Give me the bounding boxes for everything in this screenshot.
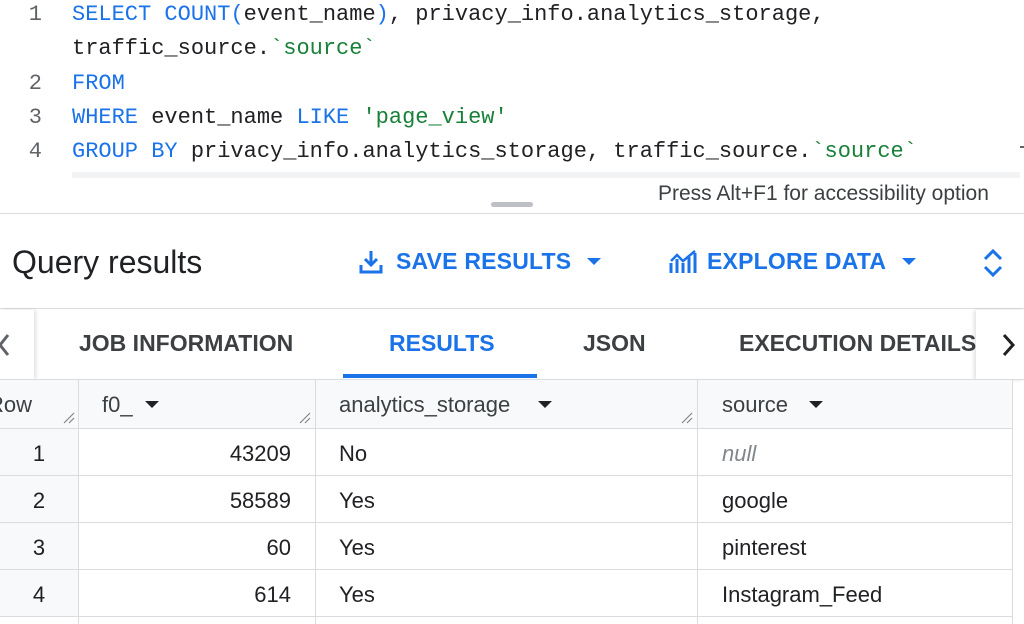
page-title: Query results bbox=[12, 244, 203, 280]
keyword: FROM bbox=[72, 71, 125, 96]
string-literal: `source` bbox=[811, 139, 917, 164]
column-header-label: f0_ bbox=[102, 392, 133, 417]
column-header-source[interactable]: source bbox=[697, 380, 1013, 429]
code-line-1-wrap[interactable]: traffic_source.`source` bbox=[72, 36, 376, 61]
row-number: 1 bbox=[0, 429, 78, 476]
table-cell-source[interactable]: Instagram_Feed bbox=[697, 570, 1013, 617]
keyword: SELECT bbox=[72, 2, 152, 27]
column-header-label: analytics_storage bbox=[339, 392, 511, 417]
chevron-left-icon bbox=[0, 334, 10, 356]
sort-dropdown-icon[interactable] bbox=[538, 401, 552, 408]
resize-drag-handle[interactable] bbox=[491, 202, 533, 207]
identifier: , privacy_info.analytics_storage, bbox=[388, 2, 825, 27]
column-header-f0[interactable]: f0_ bbox=[78, 380, 315, 429]
table-cell-analytics-storage[interactable]: Yes bbox=[315, 570, 697, 617]
row-number: 4 bbox=[0, 570, 78, 617]
identifier: traffic_source. bbox=[72, 36, 271, 61]
explore-data-button[interactable]: EXPLORE DATA bbox=[669, 248, 917, 275]
tab-json[interactable]: JSON bbox=[583, 330, 646, 357]
panel-divider bbox=[0, 213, 1024, 214]
accessibility-hint: Press Alt+F1 for accessibility option bbox=[658, 182, 989, 205]
expand-collapse-icon[interactable] bbox=[982, 248, 1004, 283]
table-cell-f0[interactable]: 614 bbox=[78, 570, 315, 617]
table-cell-source[interactable]: pinterest bbox=[697, 523, 1013, 570]
sort-dropdown-icon[interactable] bbox=[145, 401, 159, 408]
tabs-scroll-left[interactable] bbox=[0, 310, 34, 380]
string-literal: 'page_view' bbox=[362, 105, 508, 130]
sort-dropdown-icon[interactable] bbox=[809, 401, 823, 408]
row-number: 3 bbox=[0, 523, 78, 570]
code-line-4[interactable]: GROUP BY privacy_info.analytics_storage,… bbox=[72, 139, 917, 164]
keyword: GROUP BY bbox=[72, 139, 178, 164]
table-cell-analytics-storage[interactable]: No bbox=[315, 429, 697, 476]
current-line-highlight bbox=[72, 172, 1020, 178]
tab-execution-details[interactable]: EXECUTION DETAILS bbox=[739, 330, 976, 357]
sql-editor[interactable]: 1 SELECT COUNT(event_name), privacy_info… bbox=[0, 0, 1024, 178]
line-number: 3 bbox=[28, 105, 42, 130]
table-cell-analytics-storage[interactable]: Yes bbox=[315, 523, 697, 570]
line-number: 4 bbox=[28, 139, 42, 164]
keyword: COUNT bbox=[164, 2, 231, 27]
column-header-analytics-storage[interactable]: analytics_storage bbox=[315, 380, 697, 429]
column-resize-handle bbox=[681, 412, 693, 424]
table-cell-source[interactable]: google bbox=[697, 476, 1013, 523]
table-cell-f0[interactable]: 58589 bbox=[78, 476, 315, 523]
column-resize-handle bbox=[299, 412, 311, 424]
code-line-2[interactable]: FROM bbox=[72, 71, 125, 96]
code-line-3[interactable]: WHERE event_name LIKE 'page_view' bbox=[72, 105, 508, 130]
active-tab-indicator bbox=[343, 374, 537, 378]
column-divider bbox=[697, 380, 698, 624]
keyword: WHERE bbox=[72, 105, 139, 130]
column-header-label: source bbox=[722, 392, 789, 417]
row-number: 2 bbox=[0, 476, 78, 523]
paren: ( bbox=[230, 2, 244, 27]
tab-job-information[interactable]: JOB INFORMATION bbox=[79, 330, 293, 357]
table-cell-analytics-storage[interactable]: Yes bbox=[315, 476, 697, 523]
identifier: event_name bbox=[138, 105, 297, 130]
column-divider bbox=[1012, 380, 1013, 624]
table-cell-f0[interactable]: 43209 bbox=[78, 429, 315, 476]
save-results-label: SAVE RESULTS bbox=[396, 248, 572, 274]
column-header-label: Row bbox=[0, 392, 33, 417]
chevron-down-icon bbox=[587, 258, 602, 265]
chevron-down-icon bbox=[902, 258, 917, 265]
table-cell-f0[interactable]: 60 bbox=[78, 523, 315, 570]
tab-results[interactable]: RESULTS bbox=[389, 330, 495, 357]
overview-ruler-mark bbox=[1020, 146, 1024, 148]
keyword: LIKE bbox=[296, 105, 350, 130]
header-divider bbox=[0, 308, 1024, 309]
tabs-scroll-right[interactable] bbox=[976, 310, 1024, 380]
line-number: 2 bbox=[28, 71, 42, 96]
column-divider bbox=[315, 380, 316, 624]
column-divider bbox=[78, 380, 79, 624]
explore-data-label: EXPLORE DATA bbox=[707, 248, 887, 274]
string-literal: `source` bbox=[270, 36, 376, 61]
identifier: event_name bbox=[243, 2, 376, 27]
table-cell-source-null[interactable]: null bbox=[697, 429, 1013, 476]
download-icon bbox=[358, 249, 384, 275]
chevron-right-icon bbox=[1002, 333, 1016, 357]
line-number: 1 bbox=[28, 2, 42, 27]
paren: ) bbox=[375, 2, 389, 27]
chart-icon bbox=[669, 249, 697, 275]
identifier: privacy_info.analytics_storage, traffic_… bbox=[177, 139, 812, 164]
column-resize-handle bbox=[63, 412, 75, 424]
save-results-button[interactable]: SAVE RESULTS bbox=[358, 248, 602, 275]
code-line-1[interactable]: SELECT COUNT(event_name), privacy_info.a… bbox=[72, 2, 825, 27]
